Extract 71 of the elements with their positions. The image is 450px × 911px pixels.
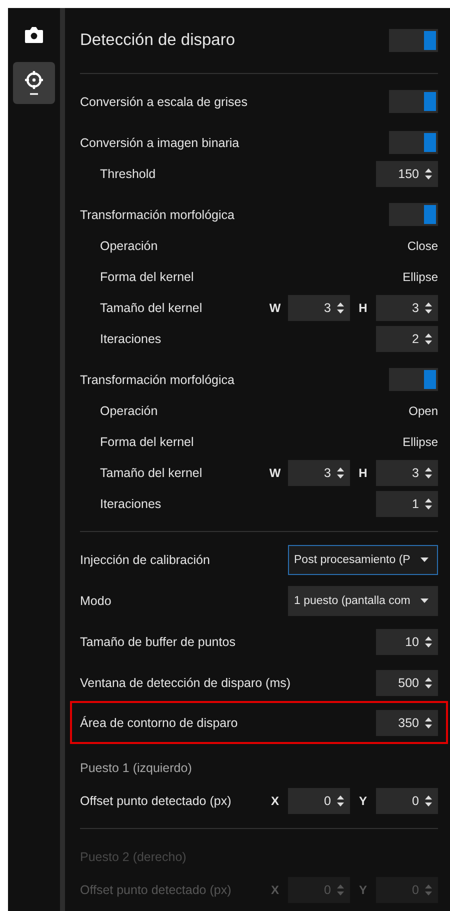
caret-icon xyxy=(420,598,429,604)
toggle-switch[interactable] xyxy=(389,368,438,391)
setting-label: Tamaño del kernel xyxy=(100,466,202,480)
sidebar-tab[interactable] xyxy=(13,62,55,104)
number-field[interactable]: 2 xyxy=(376,326,438,352)
spinner-icon[interactable] xyxy=(424,676,433,690)
crosshair-icon xyxy=(23,70,45,96)
number-field[interactable]: 1 xyxy=(376,490,438,516)
toggle-switch[interactable] xyxy=(389,131,438,154)
toggle-switch[interactable] xyxy=(389,203,438,226)
number-field[interactable]: 3 xyxy=(376,294,438,320)
setting-value: Open xyxy=(408,404,438,418)
setting-label: Transformación morfológica xyxy=(80,208,234,222)
number-field[interactable]: 3 xyxy=(288,460,350,486)
spinner-icon[interactable] xyxy=(336,794,345,808)
number-field[interactable]: 3 xyxy=(376,460,438,486)
spinner-icon[interactable] xyxy=(424,300,433,314)
setting-value: Ellipse xyxy=(402,434,438,448)
setting-label: Iteraciones xyxy=(100,332,162,346)
setting-label: Transformación morfológica xyxy=(80,372,234,386)
axis-label: X xyxy=(270,882,280,896)
setting-label: Tamaño de buffer de puntos xyxy=(80,634,236,648)
setting-label: Offset punto detectado (px) xyxy=(80,794,232,808)
axis-label: H xyxy=(358,300,368,314)
panel-title: Detección de disparo xyxy=(80,31,236,50)
axis-label: H xyxy=(358,466,368,480)
number-field[interactable]: 150 xyxy=(376,160,438,186)
setting-label: Forma del kernel xyxy=(100,434,194,448)
section-label: Puesto 1 (izquierdo) xyxy=(80,760,192,774)
number-field[interactable]: 0 xyxy=(288,788,350,814)
axis-label: W xyxy=(268,300,282,314)
toggle-switch[interactable] xyxy=(389,90,438,113)
setting-label: Ventana de detección de disparo (ms) xyxy=(80,676,291,690)
axis-label: Y xyxy=(358,794,368,808)
setting-label: Conversión a escala de grises xyxy=(80,94,248,108)
spinner-icon[interactable] xyxy=(424,332,433,346)
setting-value: Close xyxy=(407,238,438,252)
camera-icon xyxy=(24,26,44,44)
number-field[interactable]: 350 xyxy=(376,710,438,736)
spinner-icon[interactable] xyxy=(424,634,433,648)
axis-label: Y xyxy=(358,882,368,896)
caret-icon xyxy=(420,556,429,562)
number-field[interactable]: 10 xyxy=(376,628,438,654)
setting-label: Injección de calibración xyxy=(80,552,210,566)
dropdown[interactable]: 1 puesto (pantalla com xyxy=(288,586,438,616)
setting-label: Offset punto detectado (px) xyxy=(80,882,232,896)
setting-label: Operación xyxy=(100,404,158,418)
spinner-icon[interactable] xyxy=(424,496,433,510)
number-field[interactable]: 0 xyxy=(376,788,438,814)
axis-label: X xyxy=(270,794,280,808)
toggle-switch[interactable] xyxy=(389,29,438,52)
dropdown[interactable]: Post procesamiento (P xyxy=(288,544,438,574)
setting-label: Tamaño del kernel xyxy=(100,300,202,314)
number-field[interactable]: 3 xyxy=(288,294,350,320)
spinner-icon[interactable] xyxy=(424,794,433,808)
spinner-icon[interactable] xyxy=(424,716,433,730)
setting-label: Forma del kernel xyxy=(100,270,194,284)
spinner-icon[interactable] xyxy=(424,166,433,180)
spinner-icon[interactable] xyxy=(424,466,433,480)
setting-label: Modo xyxy=(80,594,112,608)
axis-label: W xyxy=(268,466,282,480)
setting-label: Conversión a imagen binaria xyxy=(80,136,240,150)
section-label: Puesto 2 (derecho) xyxy=(80,850,186,864)
setting-label: Operación xyxy=(100,238,158,252)
number-field[interactable]: 500 xyxy=(376,670,438,696)
setting-label: Área de contorno de disparo xyxy=(80,716,238,730)
setting-label: Iteraciones xyxy=(100,496,162,510)
spinner-icon[interactable] xyxy=(336,466,345,480)
setting-label: Threshold xyxy=(100,166,156,180)
spinner-icon[interactable] xyxy=(336,300,345,314)
setting-value: Ellipse xyxy=(402,270,438,284)
